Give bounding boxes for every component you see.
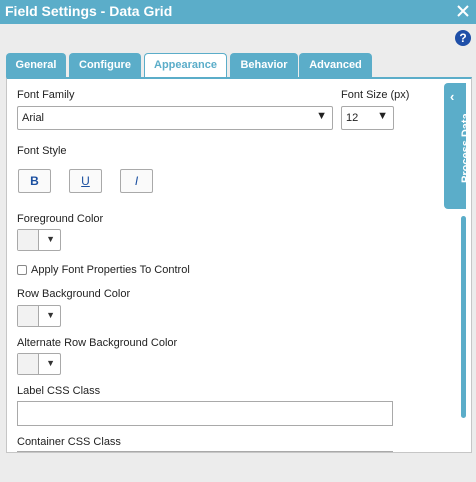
tab-appearance[interactable]: Appearance (144, 53, 227, 79)
window-title: Field Settings - Data Grid (5, 3, 173, 19)
tab-configure[interactable]: Configure (69, 53, 141, 77)
chevron-down-icon: ▼ (377, 110, 388, 122)
foreground-color-label: Foreground Color (17, 213, 104, 225)
color-swatch (18, 354, 39, 374)
help-icon[interactable]: ? (455, 30, 471, 46)
font-family-value: Arial (22, 112, 45, 124)
font-style-label: Font Style (17, 145, 67, 157)
color-swatch (18, 230, 39, 250)
chevron-down-icon: ▼ (316, 110, 327, 122)
font-family-label: Font Family (17, 89, 75, 101)
bold-button[interactable]: B (18, 169, 51, 193)
alt-row-bg-color-picker[interactable]: ▼ (17, 353, 61, 375)
appearance-panel: Font Family Arial ▼ Font Size (px) 12 ▼ … (6, 77, 472, 453)
apply-font-checkbox[interactable] (17, 265, 27, 275)
container-css-label: Container CSS Class (17, 436, 121, 448)
chevron-down-icon: ▼ (46, 310, 55, 320)
italic-button[interactable]: I (120, 169, 153, 193)
container-css-input[interactable] (17, 451, 393, 452)
chevron-down-icon: ▼ (46, 234, 55, 244)
close-icon[interactable] (456, 3, 470, 19)
font-size-value: 12 (346, 112, 359, 124)
process-data-label: Process Data (460, 113, 472, 183)
tab-general[interactable]: General (6, 53, 66, 77)
foreground-color-picker[interactable]: ▼ (17, 229, 61, 251)
alt-row-bg-color-label: Alternate Row Background Color (17, 337, 178, 349)
row-bg-color-picker[interactable]: ▼ (17, 305, 61, 327)
process-data-tab[interactable]: ‹ Process Data (444, 83, 472, 209)
chevron-left-icon: ‹ (450, 89, 455, 104)
tab-behavior[interactable]: Behavior (230, 53, 298, 77)
label-css-label: Label CSS Class (17, 385, 101, 397)
font-size-label: Font Size (px) (341, 89, 410, 101)
label-css-input[interactable] (17, 401, 393, 426)
apply-font-label: Apply Font Properties To Control (31, 264, 190, 276)
chevron-down-icon: ▼ (46, 358, 55, 368)
font-family-select[interactable]: Arial ▼ (17, 106, 333, 130)
font-size-select[interactable]: 12 ▼ (341, 106, 394, 130)
scrollbar[interactable] (461, 216, 466, 418)
color-swatch (18, 306, 39, 326)
underline-button[interactable]: U (69, 169, 102, 193)
tab-advanced[interactable]: Advanced (299, 53, 372, 77)
title-bar: Field Settings - Data Grid (0, 0, 476, 24)
row-bg-color-label: Row Background Color (17, 288, 131, 300)
